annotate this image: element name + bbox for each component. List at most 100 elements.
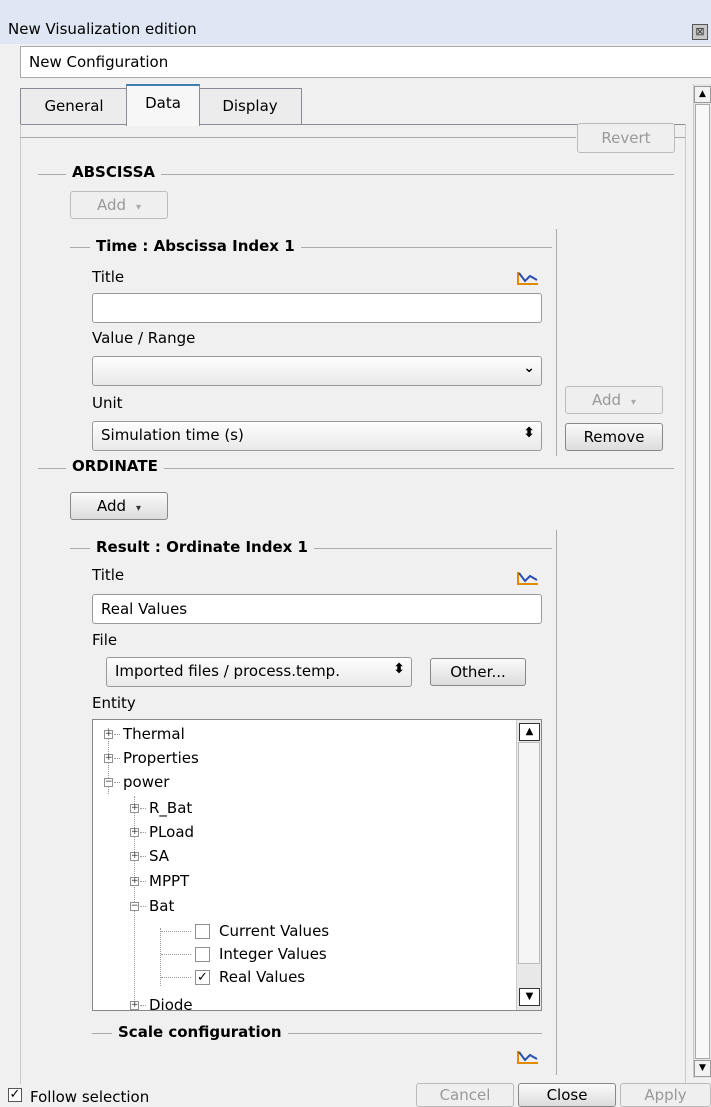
close-window-icon[interactable]: ⊠ (692, 24, 708, 40)
time-group-border (556, 229, 557, 456)
tree-item-integer-values[interactable]: Integer Values (93, 943, 513, 965)
other-label: Other... (450, 663, 506, 681)
tree-item-diode[interactable]: + Diode (93, 994, 513, 1011)
tree-item-r-bat[interactable]: + R_Bat (93, 797, 513, 819)
apply-button[interactable]: Apply (620, 1083, 711, 1107)
tree-connector (161, 977, 191, 979)
ordinate-title-input[interactable]: Real Values (92, 594, 542, 624)
current-values-checkbox[interactable] (195, 924, 210, 939)
scroll-up-icon[interactable]: ▲ (519, 723, 540, 741)
plot-curve-icon[interactable] (516, 1047, 540, 1065)
tree-scrollbar[interactable]: ▲ ▼ (516, 720, 541, 1010)
tree-scroll-thumb[interactable] (518, 742, 540, 964)
ordinate-title-label: Title (92, 566, 125, 584)
tree-item-real-values[interactable]: ✓ Real Values (93, 966, 513, 988)
expand-icon[interactable]: + (130, 852, 139, 861)
window-title-bar: New Visualization edition ⊠ (0, 0, 711, 44)
add-label: Add (96, 196, 126, 214)
close-button[interactable]: Close (518, 1083, 616, 1107)
chevron-down-icon: ⌄ (523, 360, 535, 376)
dropdown-arrow-icon: ▾ (136, 503, 142, 514)
integer-values-checkbox[interactable] (195, 947, 210, 962)
tree-item-mppt[interactable]: + MPPT (93, 870, 513, 892)
scroll-down-icon[interactable]: ▼ (694, 1060, 711, 1077)
tree-item-label: Thermal (123, 725, 185, 743)
configuration-name: New Configuration (29, 53, 169, 71)
spin-arrows-icon: ⬍ (393, 661, 405, 677)
abscissa-side-add-button[interactable]: Add ▾ (565, 386, 663, 414)
tree-item-bat[interactable]: − Bat (93, 895, 513, 917)
expand-icon[interactable]: + (130, 1001, 139, 1010)
tree-connector (140, 856, 146, 858)
follow-selection-checkbox[interactable]: ✓ (8, 1088, 22, 1102)
abscissa-title-label: Title (92, 268, 125, 286)
tree-item-properties[interactable]: + Properties (93, 747, 513, 769)
value-range-label: Value / Range (92, 329, 196, 347)
tree-item-pload[interactable]: + PLoad (93, 821, 513, 843)
revert-button[interactable]: Revert (577, 123, 675, 153)
add-label: Add (591, 391, 621, 409)
follow-selection-label: Follow selection (30, 1088, 150, 1106)
tree-connector (114, 758, 120, 760)
tree-item-sa[interactable]: + SA (93, 845, 513, 867)
expand-icon[interactable]: + (130, 828, 139, 837)
tab-general[interactable]: General (20, 88, 128, 124)
panel-border (20, 124, 21, 1084)
expand-icon[interactable]: + (104, 730, 113, 739)
dropdown-arrow-icon: ▾ (631, 397, 637, 408)
tab-display[interactable]: Display (198, 88, 302, 124)
scroll-up-icon[interactable]: ▲ (694, 86, 711, 103)
result-group-title: Result : Ordinate Index 1 (90, 538, 314, 556)
tree-connector (161, 954, 191, 956)
unit-value: Simulation time (s) (101, 426, 244, 444)
tree-connector (140, 881, 146, 883)
plot-curve-icon[interactable] (516, 568, 540, 586)
scroll-down-icon[interactable]: ▼ (519, 988, 540, 1006)
expand-icon[interactable]: + (130, 877, 139, 886)
abscissa-heading: ABSCISSA (66, 163, 161, 181)
tree-item-thermal[interactable]: + Thermal (93, 723, 513, 745)
plot-curve-icon[interactable] (516, 268, 540, 286)
abscissa-title-input[interactable] (92, 293, 542, 323)
abscissa-add-button[interactable]: Add ▾ (70, 191, 168, 219)
tree-item-label: Integer Values (219, 945, 327, 963)
expand-icon[interactable]: + (130, 804, 139, 813)
tree-connector (140, 906, 146, 908)
revert-label: Revert (601, 129, 651, 147)
window-title: New Visualization edition (8, 20, 197, 38)
real-values-checkbox[interactable]: ✓ (195, 970, 210, 985)
tab-label: Display (222, 97, 278, 115)
configuration-name-field[interactable]: New Configuration (20, 46, 711, 78)
dropdown-arrow-icon: ▾ (136, 202, 142, 213)
tree-connector (161, 931, 191, 933)
tree-connector (114, 734, 120, 736)
collapse-icon[interactable]: − (104, 778, 113, 787)
file-select[interactable]: Imported files / process.temp. ⬍ (106, 657, 412, 687)
scale-configuration-heading: Scale configuration (112, 1023, 288, 1041)
main-scroll-thumb[interactable] (695, 104, 710, 1059)
tab-label: General (44, 97, 104, 115)
apply-label: Apply (644, 1086, 687, 1104)
tree-item-label: PLoad (149, 823, 195, 841)
ordinate-add-button[interactable]: Add ▾ (70, 492, 168, 520)
main-scrollbar[interactable]: ▲ ▼ (693, 84, 711, 1078)
abscissa-remove-button[interactable]: Remove (565, 423, 663, 451)
tab-data[interactable]: Data (126, 84, 200, 126)
tree-item-label: Diode (149, 996, 193, 1011)
expand-icon[interactable]: + (104, 754, 113, 763)
tree-item-label: Real Values (219, 968, 306, 986)
tree-item-power[interactable]: − power (93, 771, 513, 793)
tree-connector (140, 1005, 146, 1007)
ordinate-title-value: Real Values (101, 600, 188, 618)
tree-connector (114, 782, 120, 784)
unit-select[interactable]: Simulation time (s) ⬍ (92, 421, 542, 451)
other-file-button[interactable]: Other... (430, 658, 526, 686)
cancel-label: Cancel (439, 1086, 491, 1104)
unit-label: Unit (92, 394, 123, 412)
entity-tree[interactable]: + Thermal + Properties − power + R_Bat +… (92, 719, 542, 1011)
tree-item-current-values[interactable]: Current Values (93, 920, 513, 942)
tree-item-label: power (123, 773, 170, 791)
value-range-select[interactable]: ⌄ (92, 356, 542, 386)
cancel-button[interactable]: Cancel (416, 1083, 514, 1107)
collapse-icon[interactable]: − (130, 902, 139, 911)
